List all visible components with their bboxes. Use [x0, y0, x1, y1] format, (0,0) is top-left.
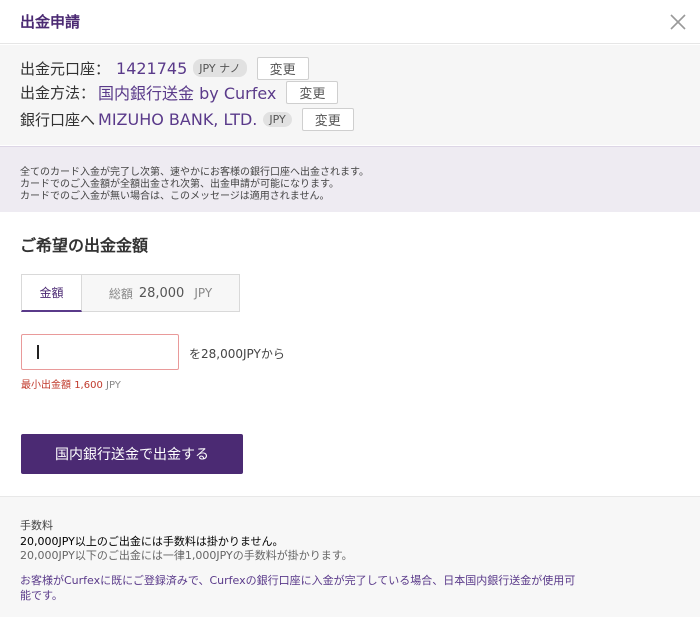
tab-amount[interactable]: 金額 [21, 274, 82, 312]
submit-withdrawal-button[interactable]: 国内銀行送金で出金する [21, 434, 243, 474]
method-value: 国内銀行送金 by Curfex [98, 84, 277, 103]
source-account-number: 1421745 [116, 58, 188, 78]
close-icon[interactable] [668, 12, 688, 32]
min-currency: JPY [106, 380, 121, 391]
amount-section-title: ご希望の出金金額 [20, 236, 149, 255]
fee-line: 20,000JPY以下のご出金には一律1,000JPYの手数料が掛かります。 [20, 549, 353, 562]
dialog-header: 出金申請 [0, 0, 700, 44]
min-value: 1,600 [74, 380, 103, 391]
bank-label: 銀行口座へ [20, 110, 96, 129]
notice-line: カードでのご入金が無い場合は、このメッセージは適用されません。 [20, 191, 330, 202]
bank-value: MIZUHO BANK, LTD. [98, 109, 258, 129]
change-bank-button[interactable]: 変更 [301, 107, 354, 131]
fee-title: 手数料 [20, 519, 53, 532]
text-caret [37, 345, 39, 359]
source-account-row: 出金元口座： 1421745 JPY ナノ 変更 [20, 56, 309, 80]
tab-total-label: 総額 [108, 286, 133, 301]
curfex-note: お客様がCurfexに既にご登録済みで、Curfexの銀行口座に入金が完了してい… [20, 574, 576, 587]
bank-row: 銀行口座へ MIZUHO BANK, LTD. JPY 変更 [20, 107, 354, 131]
card-deposit-notice: 全てのカード入金が完了し次第、速やかにお客様の銀行口座へ出金されます。 カードで… [0, 146, 700, 212]
bank-badge: JPY [263, 111, 292, 127]
source-account-badge: JPY ナノ [193, 59, 247, 77]
fee-info-panel: 手数料 20,000JPY以上のご出金には手数料は掛かりません。 20,000J… [0, 496, 700, 617]
dialog-title: 出金申請 [20, 13, 81, 31]
method-label: 出金方法： [20, 83, 96, 102]
source-account-label: 出金元口座： [20, 59, 111, 78]
curfex-note: 能です。 [20, 589, 63, 602]
tab-total[interactable]: 総額 28,000 JPY [82, 274, 240, 312]
method-row: 出金方法： 国内銀行送金 by Curfex 変更 [20, 80, 339, 104]
account-info-panel: 出金元口座： 1421745 JPY ナノ 変更 出金方法： 国内銀行送金 by… [0, 45, 700, 145]
available-amount-text: を28,000JPYから [189, 347, 285, 361]
change-source-button[interactable]: 変更 [256, 56, 309, 80]
tab-total-value: 28,000 [138, 285, 185, 301]
tab-total-currency: JPY [194, 286, 213, 300]
amount-input[interactable] [21, 334, 179, 370]
minimum-amount-note: 最小出金額 1,600 JPY [21, 376, 121, 391]
change-method-button[interactable]: 変更 [286, 80, 339, 104]
min-label: 最小出金額 [21, 380, 71, 391]
